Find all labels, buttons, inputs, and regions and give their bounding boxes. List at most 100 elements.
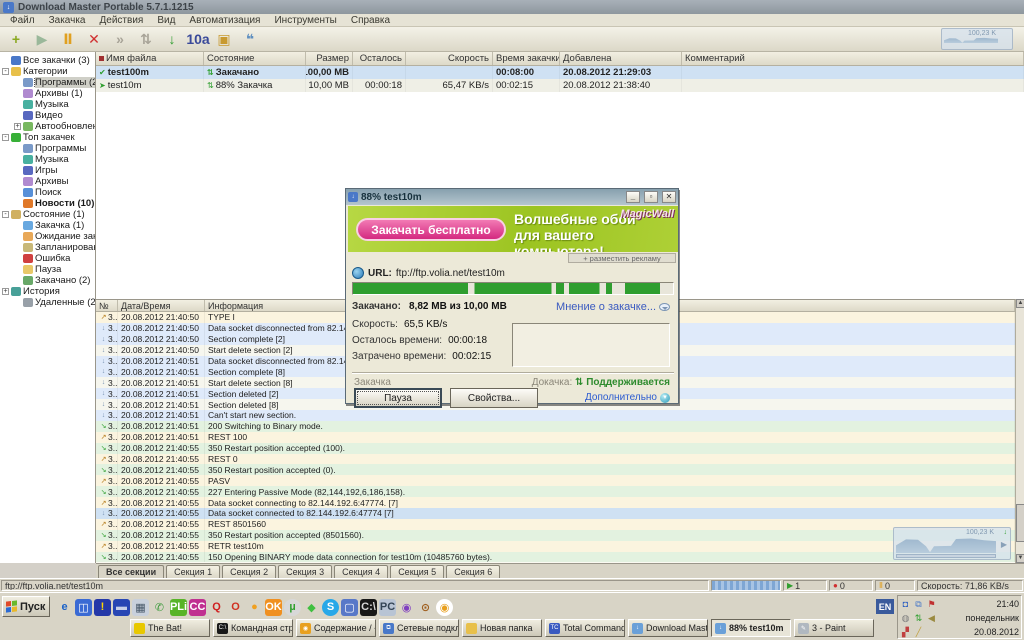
column-comment[interactable]: Комментарий <box>682 52 1024 65</box>
chat-icon[interactable]: ❝ <box>238 29 262 50</box>
column-size[interactable]: Размер <box>306 52 353 65</box>
opinion-link[interactable]: Мнение о закачке... <box>556 301 656 313</box>
more-link[interactable]: Дополнительно ▾ <box>585 392 670 403</box>
menu-item[interactable]: Закачка <box>43 15 92 26</box>
banner-download-button[interactable]: Закачать бесплатно <box>356 218 506 241</box>
utorrent-icon[interactable]: µ <box>284 598 301 616</box>
log-row[interactable]: 3... 20.08.2012 21:40:55 227 Entering Pa… <box>96 486 1015 498</box>
shield-tray-icon[interactable]: ◘ <box>900 599 911 610</box>
log-scrollbar[interactable]: ▲ ▼ <box>1015 299 1024 563</box>
scrollbar-thumb[interactable] <box>1016 504 1024 542</box>
sidebar-item[interactable]: Архивы <box>0 176 95 187</box>
task-button[interactable]: ⧉ Сетевые подключ... <box>379 619 459 637</box>
lan-tray-icon[interactable]: ⇅ <box>913 613 924 624</box>
section-tab[interactable]: Секция 4 <box>334 565 389 579</box>
sidebar-item[interactable]: Запланировано <box>0 242 95 253</box>
cc-icon[interactable]: CC <box>189 598 206 616</box>
start-button[interactable]: Пуск <box>2 596 50 617</box>
log-column-datetime[interactable]: Дата/Время <box>118 300 205 311</box>
opera-icon[interactable]: O <box>227 599 244 616</box>
network-tray-icon[interactable]: ⧉ <box>913 599 924 610</box>
task-button[interactable]: ↓ 88% test10m <box>711 619 791 637</box>
properties-button[interactable]: Свойства... <box>450 388 538 408</box>
sidebar-item[interactable]: + История <box>0 286 95 297</box>
sidebar-item[interactable]: - Топ закачек <box>0 132 95 143</box>
menu-item[interactable]: Файл <box>4 15 41 26</box>
task-button[interactable]: Новая папка <box>462 619 542 637</box>
sidebar-item[interactable]: Пауза <box>0 264 95 275</box>
sidebar-item[interactable]: Игры <box>0 165 95 176</box>
get-icon[interactable]: ↓ <box>160 29 184 50</box>
task-button[interactable]: The Bat! <box>130 619 210 637</box>
log-row[interactable]: 3... 20.08.2012 21:40:55 RETR test10m <box>96 540 1015 552</box>
close-button[interactable]: ✕ <box>662 191 676 203</box>
column-time[interactable]: Время закачки <box>493 52 560 65</box>
skip-icon[interactable]: » <box>108 29 132 50</box>
tree-toggle-icon[interactable]: - <box>2 211 9 218</box>
column-name[interactable]: Имя файла <box>96 52 204 65</box>
agent-ball-icon[interactable]: ● <box>246 599 263 616</box>
menu-item[interactable]: Автоматизация <box>183 15 266 26</box>
start-icon[interactable]: ▶ <box>30 29 54 50</box>
video-convert-icon[interactable]: 10a <box>186 29 210 50</box>
column-remaining[interactable]: Осталось <box>353 52 406 65</box>
lang-flag-tray-icon[interactable]: ▞ <box>900 627 911 638</box>
tree-toggle-icon[interactable]: + <box>2 288 9 295</box>
blue-app-icon[interactable]: ◫ <box>75 598 92 616</box>
sidebar-item[interactable]: Закачка (1) <box>0 220 95 231</box>
sidebar-item[interactable]: Удаленные (2) <box>0 297 95 308</box>
menu-item[interactable]: Действия <box>94 15 150 26</box>
column-speed[interactable]: Скорость <box>406 52 493 65</box>
log-row[interactable]: 3... 20.08.2012 21:40:55 350 Restart pos… <box>96 464 1015 476</box>
pc-icon[interactable]: PC <box>379 598 396 616</box>
log-row[interactable]: 3... 20.08.2012 21:40:55 350 Restart pos… <box>96 529 1015 541</box>
pause-icon[interactable]: Ⅱ <box>56 29 80 50</box>
add-download-icon[interactable]: + <box>4 29 28 50</box>
move-icon[interactable]: ⇅ <box>134 29 158 50</box>
play-icon[interactable]: ▶ <box>1001 540 1007 549</box>
sidebar-item[interactable]: Программы (2) <box>0 77 95 88</box>
ie-icon[interactable]: e <box>56 599 73 616</box>
sidebar-item[interactable]: Поиск <box>0 187 95 198</box>
cmd-icon[interactable]: C:\ <box>360 598 377 616</box>
section-tab[interactable]: Секция 2 <box>222 565 277 579</box>
sidebar-item[interactable]: + Автообновление <box>0 121 95 132</box>
menu-item[interactable]: Инструменты <box>268 15 342 26</box>
dialog-title-bar[interactable]: ↓ 88% test10m _ ▫ ✕ <box>346 189 678 205</box>
log-row[interactable]: 3... 20.08.2012 21:40:55 PASV <box>96 475 1015 487</box>
sidebar-item[interactable]: Программы <box>0 143 95 154</box>
task-button[interactable]: TC Total Commander 7... <box>545 619 625 637</box>
qip-icon[interactable]: Q <box>208 599 225 616</box>
vmware-icon[interactable]: ▢ <box>341 598 358 616</box>
sidebar-item[interactable]: Музыка <box>0 99 95 110</box>
log-column-num[interactable]: № <box>96 300 118 311</box>
dm-tray-icon[interactable]: ◍ <box>900 613 911 624</box>
sidebar-item[interactable]: Закачано (2) <box>0 275 95 286</box>
task-button[interactable]: ↓ Download Master <box>628 619 708 637</box>
sidebar-item[interactable]: Все закачки (3) <box>0 55 95 66</box>
tree-toggle-icon[interactable]: - <box>2 134 9 141</box>
pli-icon[interactable]: PLi <box>170 598 187 616</box>
restore-button[interactable]: ▫ <box>644 191 658 203</box>
scroll-up-icon[interactable]: ▲ <box>1016 299 1024 308</box>
task-button[interactable]: ✎ 3 - Paint <box>794 619 874 637</box>
floppy-icon[interactable]: ▬ <box>113 598 130 616</box>
pause-button[interactable]: Пауза <box>354 388 442 408</box>
site-manager-icon[interactable]: ▣ <box>212 29 236 50</box>
log-row[interactable]: 3... 20.08.2012 21:40:55 REST 0 <box>96 453 1015 465</box>
tree-toggle-icon[interactable]: + <box>14 123 21 130</box>
column-added[interactable]: Добавлена <box>560 52 682 65</box>
download-row[interactable]: ✔ test100m ⇅ Закачано 100,00 MB 00:08:00 2… <box>96 66 1024 79</box>
section-tab[interactable]: Секция 6 <box>446 565 501 579</box>
volume-tray-icon[interactable]: ◀ <box>926 613 937 624</box>
log-row[interactable]: 3... 20.08.2012 21:40:51 REST 100 <box>96 431 1015 443</box>
download-row[interactable]: ➤ test10m ⇅ 88% Закачка 10,00 MB 00:00:18 … <box>96 79 1024 92</box>
calculator-icon[interactable]: ▦ <box>132 598 149 616</box>
log-row[interactable]: 3... 20.08.2012 21:40:55 REST 8501560 <box>96 518 1015 530</box>
tree-toggle-icon[interactable]: - <box>2 68 9 75</box>
sidebar-item[interactable]: - Категории <box>0 66 95 77</box>
ad-banner[interactable]: Закачать бесплатно Волшебные обои для ваш… <box>348 206 678 252</box>
log-row[interactable]: 3... 20.08.2012 21:40:55 Data socket con… <box>96 508 1015 519</box>
chrome-icon[interactable]: ◉ <box>436 598 453 616</box>
udc-search-icon[interactable]: ⊙ <box>417 599 434 616</box>
